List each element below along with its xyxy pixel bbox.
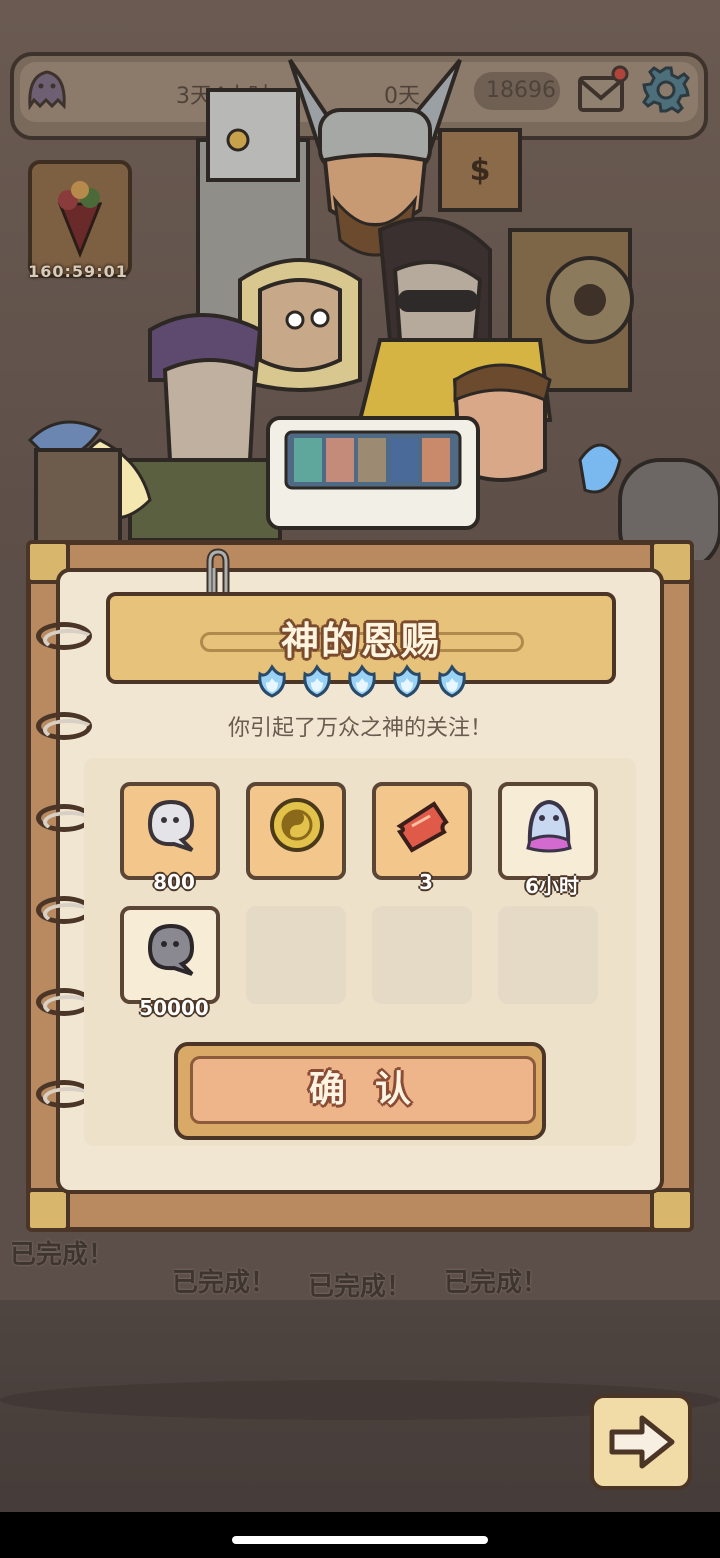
blue-flame-icon [348, 664, 376, 698]
confirm-label: 确认 [308, 1069, 441, 1110]
reward-slot-empty [372, 906, 472, 1004]
frame-corner [650, 1188, 694, 1232]
done-label: 已完成！ [308, 1272, 413, 1302]
reward-qty: 3 [419, 870, 433, 894]
gods-group-illustration: $ [27, 58, 720, 560]
binder-ring [36, 622, 95, 651]
done-label: 已完成！ [172, 1268, 277, 1298]
reward-slot[interactable]: 3 [372, 782, 472, 894]
svg-text:$: $ [470, 153, 491, 188]
soul-orb-icon [147, 799, 195, 852]
system-nav-bar [0, 1512, 720, 1558]
done-label: 已完成！ [444, 1268, 549, 1298]
reward-qty: 800 [153, 870, 195, 894]
right-arrow-icon [609, 1415, 675, 1469]
flame-rating [254, 664, 470, 700]
reward-qty: 50000 [139, 996, 209, 1020]
reward-slot[interactable]: 800 [120, 782, 220, 894]
blue-flame-icon [438, 664, 466, 698]
ghost-icon [526, 799, 572, 853]
home-indicator[interactable] [232, 1536, 488, 1544]
yin-yang-coin-icon [270, 798, 324, 852]
dialog-title: 神的恩赐 [280, 619, 441, 663]
dark-soul-orb-icon [147, 923, 195, 976]
ticket-icon [396, 801, 449, 853]
blue-flame-icon [258, 664, 286, 698]
done-label: 已完成！ [10, 1240, 115, 1270]
dialog-subtitle: 你引起了万众之神的关注！ [227, 716, 492, 741]
blue-flame-icon [303, 664, 331, 698]
reward-slot-empty [498, 906, 598, 1004]
reward-slot[interactable]: 6小时 [498, 782, 598, 898]
frame-corner [26, 1188, 70, 1232]
reward-qty: 6小时 [525, 874, 579, 898]
reward-slot[interactable]: 50000 [120, 906, 220, 1020]
reward-slot-empty [246, 906, 346, 1004]
blue-flame-icon [393, 664, 421, 698]
reward-slot[interactable] [246, 782, 346, 880]
confirm-button[interactable]: 确认 [174, 1042, 546, 1140]
next-arrow-button[interactable] [590, 1394, 692, 1490]
